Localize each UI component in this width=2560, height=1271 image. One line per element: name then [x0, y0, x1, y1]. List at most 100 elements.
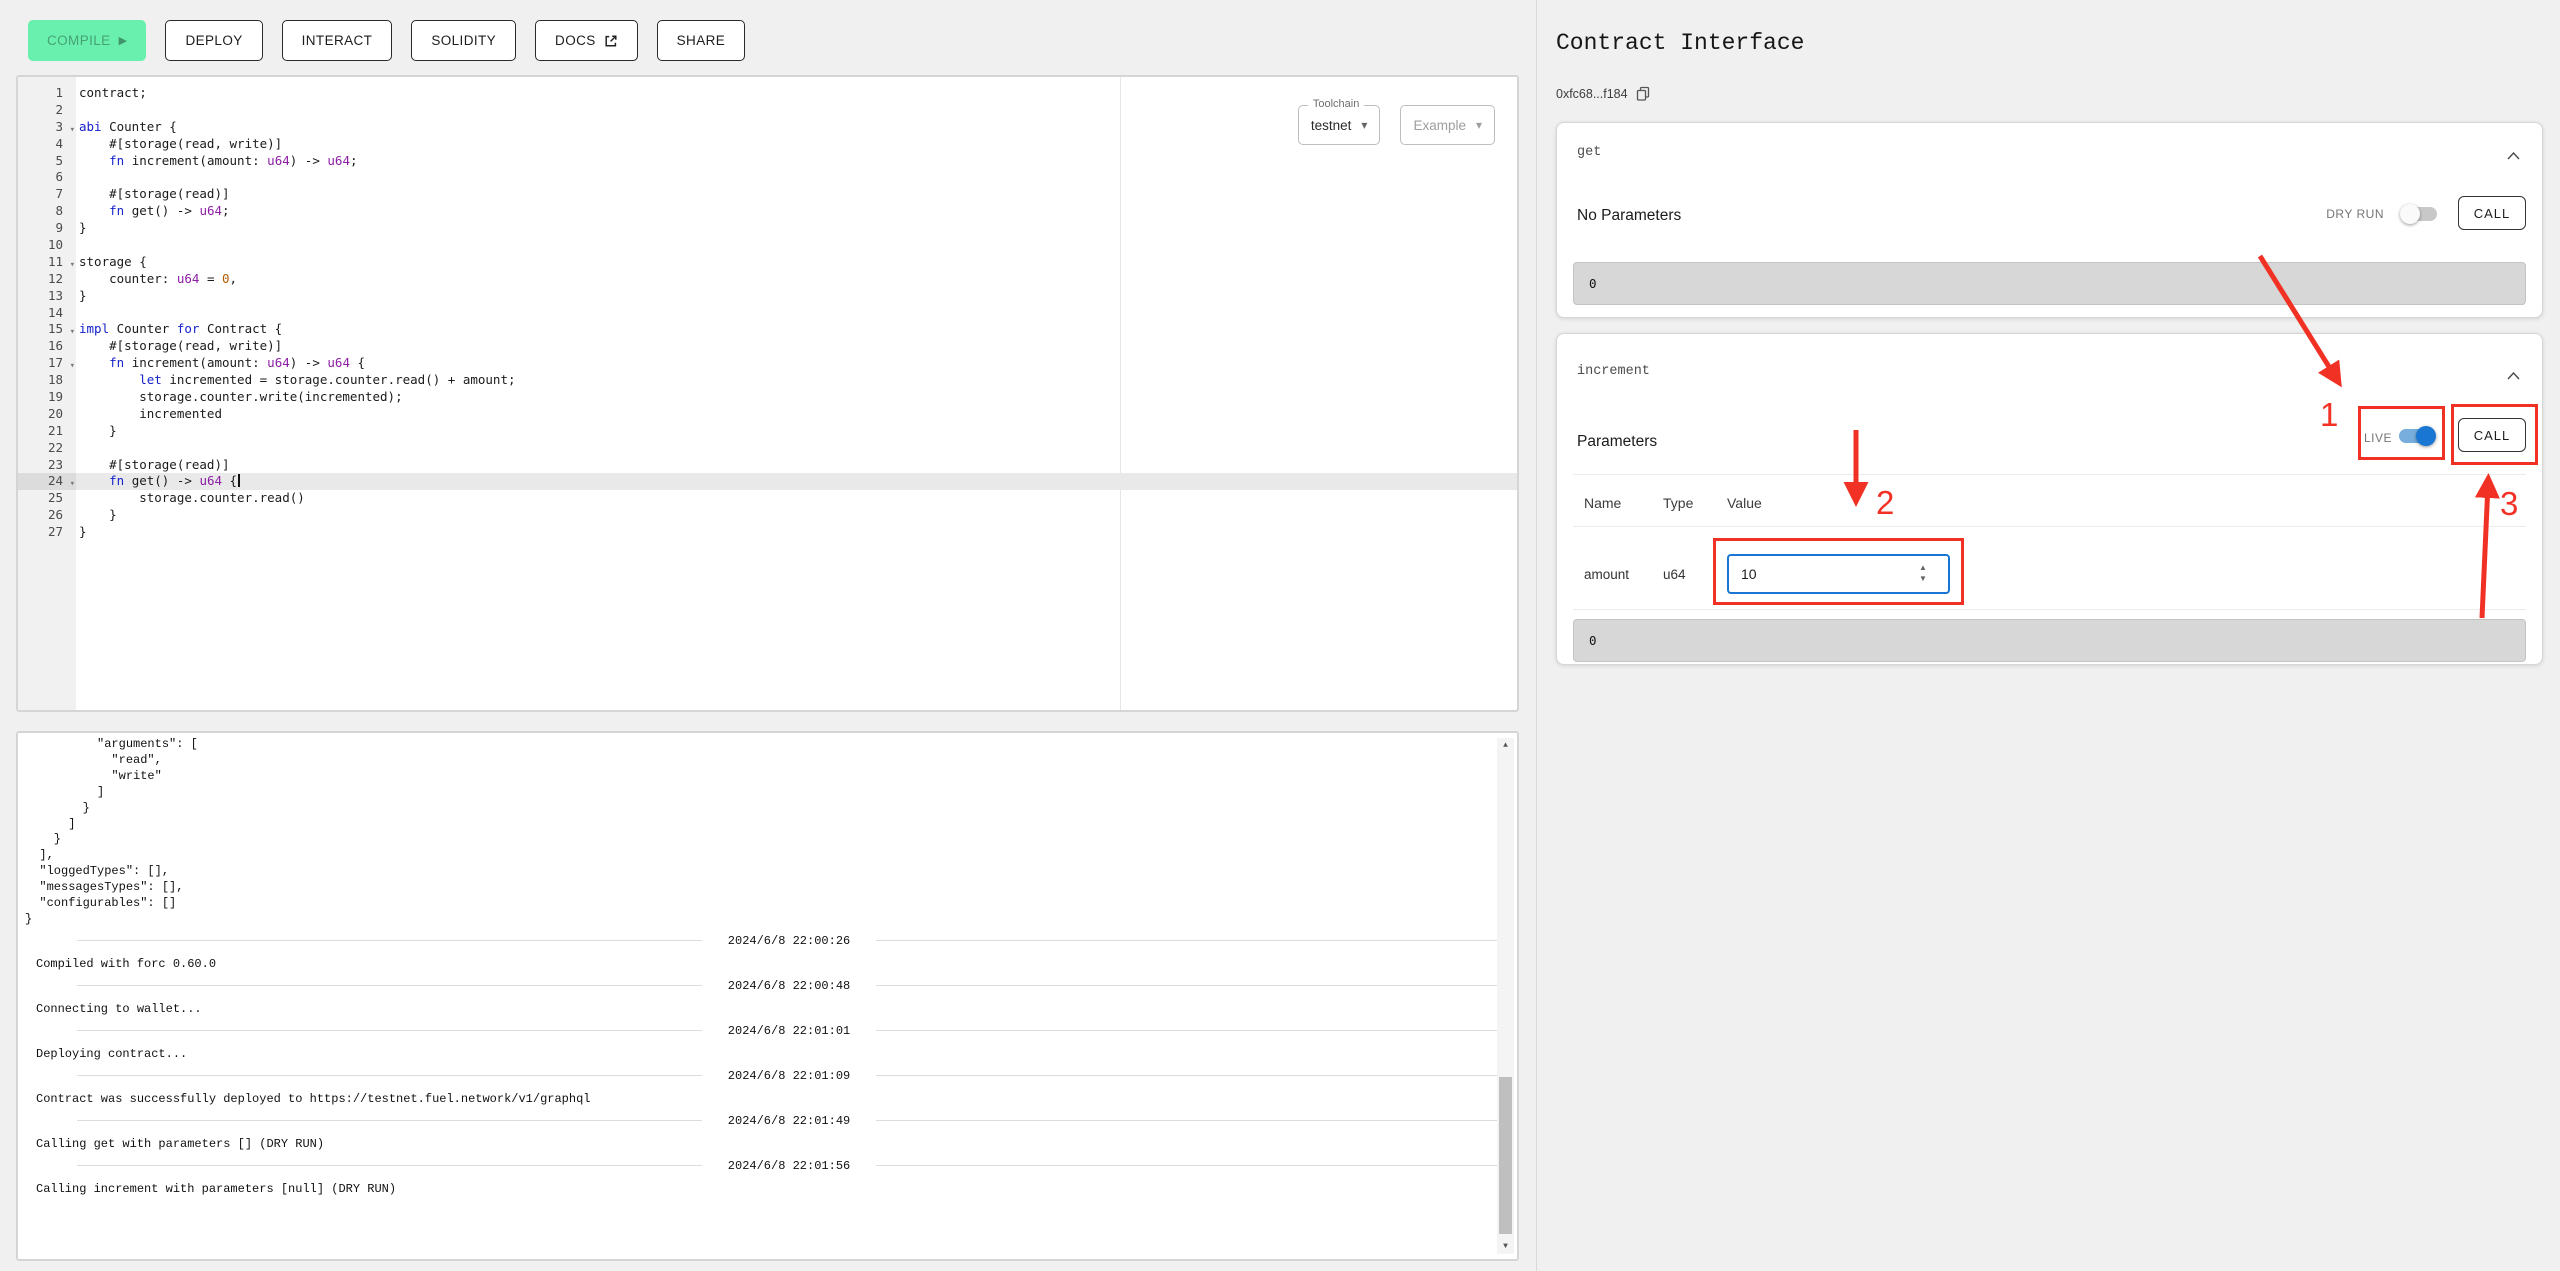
- log-entry: 2024/6/8 22:00:48 Connecting to wallet...: [25, 979, 1517, 1016]
- collapse-chevron-icon[interactable]: [2507, 367, 2520, 385]
- table-border: [1573, 609, 2526, 610]
- stepper-down-icon[interactable]: ▼: [1919, 573, 1927, 584]
- code-editor[interactable]: 123▾4567891011▾12131415▾1617▾18192021222…: [18, 77, 1517, 710]
- toggle-thumb: [2416, 426, 2436, 446]
- dry-run-toggle-label: DRY RUN: [2326, 207, 2384, 221]
- terminal-scrollbar[interactable]: ▲ ▼: [1497, 738, 1514, 1254]
- line-number: 27: [18, 524, 76, 541]
- line-number: 10: [18, 237, 76, 254]
- code-line[interactable]: storage {: [76, 254, 1517, 271]
- log-timestamp: 2024/6/8 22:00:26: [728, 934, 850, 948]
- copy-icon[interactable]: [1636, 86, 1650, 101]
- number-stepper[interactable]: ▲ ▼: [1919, 562, 1927, 584]
- log-entry: 2024/6/8 22:01:56Calling increment with …: [25, 1159, 1517, 1196]
- code-line[interactable]: fn increment(amount: u64) -> u64 {: [76, 355, 1517, 372]
- code-line[interactable]: contract;: [76, 85, 1517, 102]
- code-line[interactable]: #[storage(read, write)]: [76, 338, 1517, 355]
- scroll-up-icon[interactable]: ▲: [1497, 741, 1514, 750]
- code-line[interactable]: let incremented = storage.counter.read()…: [76, 372, 1517, 389]
- code-line[interactable]: [76, 440, 1517, 457]
- share-button[interactable]: SHARE: [657, 20, 746, 61]
- toggle-thumb: [2400, 204, 2420, 224]
- code-line[interactable]: storage.counter.write(incremented);: [76, 389, 1517, 406]
- code-line[interactable]: incremented: [76, 406, 1517, 423]
- line-number: 8: [18, 203, 76, 220]
- line-number: 16: [18, 338, 76, 355]
- interact-button-label: INTERACT: [302, 33, 373, 48]
- column-header-value: Value: [1727, 495, 1762, 511]
- dry-run-toggle[interactable]: [2400, 204, 2438, 224]
- docs-button[interactable]: DOCS: [535, 20, 638, 61]
- docs-button-label: DOCS: [555, 33, 596, 48]
- chevron-down-icon: ▾: [1361, 118, 1367, 132]
- code-line[interactable]: }: [76, 288, 1517, 305]
- log-timestamp: 2024/6/8 22:01:09: [728, 1069, 850, 1083]
- deploy-button[interactable]: DEPLOY: [165, 20, 262, 61]
- table-border: [1573, 526, 2526, 527]
- call-button-get[interactable]: CALL: [2458, 196, 2526, 230]
- code-line[interactable]: }: [76, 524, 1517, 541]
- code-line[interactable]: fn get() -> u64 {: [76, 473, 1517, 490]
- page-title: Contract Interface: [1556, 30, 1804, 56]
- toolchain-select[interactable]: Toolchain testnet ▾: [1298, 105, 1381, 145]
- log-message: Connecting to wallet...: [36, 1002, 1517, 1016]
- code-line[interactable]: }: [76, 507, 1517, 524]
- compile-button-label: COMPILE: [47, 33, 111, 48]
- line-number: 7: [18, 186, 76, 203]
- code-editor-card: 123▾4567891011▾12131415▾1617▾18192021222…: [16, 75, 1519, 712]
- top-toolbar: COMPILE ▶ DEPLOY INTERACT SOLIDITY DOCS …: [28, 20, 745, 61]
- code-pane[interactable]: contract;abi Counter { #[storage(read, w…: [76, 77, 1517, 710]
- code-line[interactable]: impl Counter for Contract {: [76, 321, 1517, 338]
- no-parameters-label: No Parameters: [1577, 207, 1681, 225]
- log-timestamp: 2024/6/8 22:00:48: [728, 979, 850, 993]
- external-link-icon: [604, 34, 618, 48]
- param-value-input[interactable]: [1727, 554, 1950, 594]
- code-line[interactable]: #[storage(read)]: [76, 186, 1517, 203]
- play-icon: ▶: [119, 34, 128, 47]
- log-timestamp: 2024/6/8 22:01:01: [728, 1024, 850, 1038]
- line-number: 18: [18, 372, 76, 389]
- terminal-log-entries: 2024/6/8 22:00:26 Compiled with forc 0.60…: [25, 934, 1517, 1196]
- line-number: 21: [18, 423, 76, 440]
- code-line[interactable]: fn get() -> u64;: [76, 203, 1517, 220]
- log-entry: 2024/6/8 22:01:09Contract was successful…: [25, 1069, 1517, 1106]
- live-toggle-label: LIVE: [2364, 431, 2392, 445]
- line-number: 26: [18, 507, 76, 524]
- solidity-button[interactable]: SOLIDITY: [411, 20, 516, 61]
- line-number: 6: [18, 169, 76, 186]
- scrollbar-thumb[interactable]: [1499, 1077, 1512, 1234]
- terminal-log-panel: "arguments": [ "read", "write" ] } ] } ]…: [16, 731, 1519, 1261]
- line-number: 20: [18, 406, 76, 423]
- code-line[interactable]: fn increment(amount: u64) -> u64;: [76, 153, 1517, 170]
- sway-playground-app: COMPILE ▶ DEPLOY INTERACT SOLIDITY DOCS …: [0, 0, 2560, 1271]
- code-line[interactable]: }: [76, 220, 1517, 237]
- deploy-button-label: DEPLOY: [185, 33, 242, 48]
- chevron-down-icon: ▾: [1476, 118, 1482, 132]
- line-number: 4: [18, 136, 76, 153]
- code-line[interactable]: storage.counter.read(): [76, 490, 1517, 507]
- collapse-chevron-icon[interactable]: [2507, 147, 2520, 165]
- code-line[interactable]: }: [76, 423, 1517, 440]
- example-select[interactable]: Example ▾: [1400, 105, 1495, 145]
- code-line[interactable]: [76, 305, 1517, 322]
- code-line[interactable]: [76, 169, 1517, 186]
- text-cursor: [238, 474, 240, 487]
- toolchain-select-value: testnet: [1311, 118, 1352, 133]
- code-line[interactable]: #[storage(read)]: [76, 457, 1517, 474]
- line-number: 17▾: [18, 355, 76, 372]
- interact-button[interactable]: INTERACT: [282, 20, 393, 61]
- scroll-down-icon[interactable]: ▼: [1497, 1242, 1514, 1251]
- parameters-label: Parameters: [1577, 433, 1657, 451]
- call-button-increment[interactable]: CALL: [2458, 418, 2526, 452]
- line-number: 24▾: [18, 473, 76, 490]
- contract-address-row: 0xfc68...f184: [1556, 86, 1650, 101]
- line-number: 22: [18, 440, 76, 457]
- param-type: u64: [1663, 567, 1686, 582]
- log-message: Compiled with forc 0.60.0: [36, 957, 1517, 971]
- code-line[interactable]: counter: u64 = 0,: [76, 271, 1517, 288]
- code-line[interactable]: [76, 237, 1517, 254]
- live-toggle[interactable]: [2398, 426, 2436, 446]
- stepper-up-icon[interactable]: ▲: [1919, 562, 1927, 573]
- compile-button[interactable]: COMPILE ▶: [28, 20, 146, 61]
- function-card-increment: increment Parameters LIVE CALL Name Type…: [1556, 333, 2543, 665]
